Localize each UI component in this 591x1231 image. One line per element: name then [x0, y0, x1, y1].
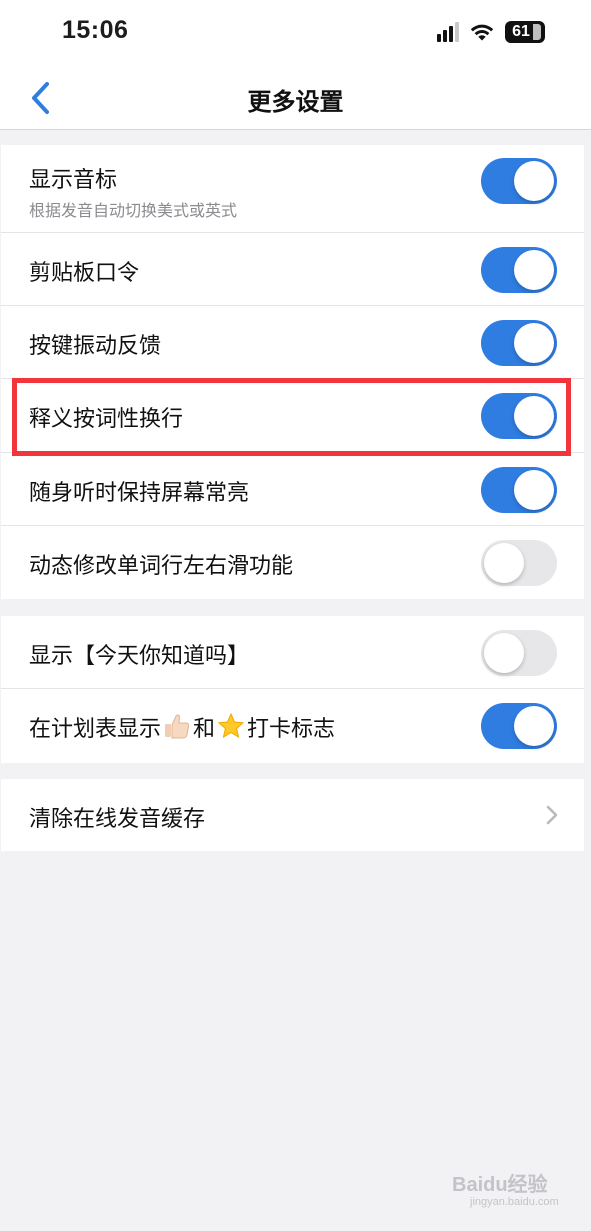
- toggle-did-you-know[interactable]: [481, 630, 557, 676]
- setting-label: 动态修改单词行左右滑功能: [29, 554, 294, 579]
- toggle-swipe-word-row[interactable]: [481, 540, 557, 586]
- star-icon: [217, 712, 245, 746]
- clear-audio-cache-row[interactable]: 清除在线发音缓存: [1, 779, 584, 851]
- setting-row-show-phonetic: 显示音标 根据发音自动切换美式或英式: [1, 145, 584, 233]
- toggle-show-phonetic[interactable]: [481, 158, 557, 204]
- page-title: 更多设置: [247, 88, 344, 116]
- chevron-right-icon: [546, 805, 558, 825]
- label-part-before: 在计划表显示: [29, 717, 162, 742]
- settings-group-2: 显示【今天你知道吗】 在计划表显示 和 打卡标志: [1, 616, 584, 763]
- toggle-checkin-badge[interactable]: [481, 703, 557, 749]
- battery-level: 61: [512, 23, 530, 40]
- settings-group-1: 显示音标 根据发音自动切换美式或英式 剪贴板口令 按键振动反馈 释义按词性换行 …: [1, 145, 584, 599]
- status-time: 15:06: [62, 16, 129, 44]
- watermark-sub: jingyan.baidu.com: [470, 1196, 559, 1208]
- status-icons: 61: [437, 20, 545, 44]
- setting-row-haptic-feedback: 按键振动反馈: [1, 306, 584, 379]
- setting-row-definition-line-break: 释义按词性换行: [1, 379, 584, 453]
- toggle-clipboard-code[interactable]: [481, 247, 557, 293]
- thumbs-up-icon: [163, 712, 191, 746]
- setting-label: 释义按词性换行: [29, 407, 184, 432]
- setting-label: 随身听时保持屏幕常亮: [29, 481, 250, 506]
- label-part-middle: 和: [193, 717, 216, 742]
- setting-label: 显示音标: [29, 168, 118, 193]
- setting-sublabel: 根据发音自动切换美式或英式: [29, 201, 238, 220]
- setting-label: 清除在线发音缓存: [29, 807, 206, 832]
- battery-icon: 61: [505, 21, 545, 43]
- setting-row-swipe-word-row: 动态修改单词行左右滑功能: [1, 526, 584, 599]
- label-part-after: 打卡标志: [247, 717, 336, 742]
- setting-label: 在计划表显示 和 打卡标志: [29, 711, 335, 746]
- setting-row-keep-screen-on: 随身听时保持屏幕常亮: [1, 453, 584, 526]
- setting-row-did-you-know: 显示【今天你知道吗】: [1, 616, 584, 689]
- nav-bar: 更多设置: [0, 64, 591, 130]
- watermark: Baidu经验: [452, 1174, 548, 1196]
- toggle-definition-line-break[interactable]: [481, 393, 557, 439]
- setting-row-clipboard-code: 剪贴板口令: [1, 233, 584, 306]
- setting-label: 显示【今天你知道吗】: [29, 644, 250, 669]
- setting-label: 按键振动反馈: [29, 334, 162, 359]
- wifi-icon: [469, 22, 495, 42]
- status-bar: 15:06 61: [0, 0, 591, 64]
- toggle-haptic-feedback[interactable]: [481, 320, 557, 366]
- toggle-keep-screen-on[interactable]: [481, 467, 557, 513]
- signal-icon: [437, 22, 459, 42]
- setting-label: 剪贴板口令: [29, 261, 140, 286]
- settings-group-3: 清除在线发音缓存: [1, 779, 584, 851]
- setting-row-checkin-badge: 在计划表显示 和 打卡标志: [1, 689, 584, 763]
- settings-screen: 15:06 61 更多设置 显示音标 根据发音自动切换美式或英式 剪贴板口令 按…: [0, 0, 591, 1231]
